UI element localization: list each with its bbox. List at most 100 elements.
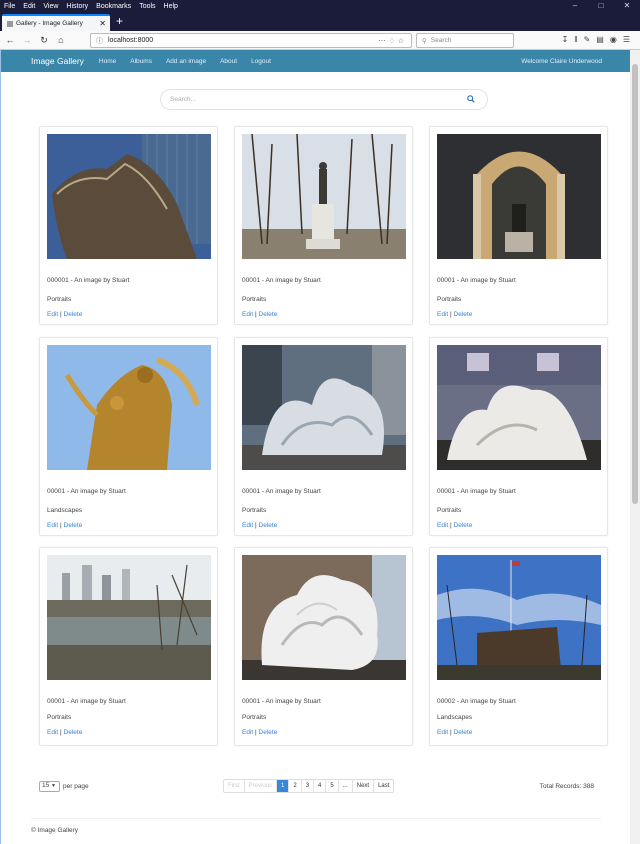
edit-link[interactable]: Edit [437,311,448,318]
scrollbar-thumb[interactable] [632,64,638,504]
edit-link[interactable]: Edit [437,729,448,736]
browser-toolbar: ← → ↻ ⌂ ⓘ localhost:8000 ⋯♢☆ ⚲ Search ↧‖… [0,31,640,50]
menu-bookmarks[interactable]: Bookmarks [92,3,135,10]
reload-icon[interactable]: ↻ [37,35,51,46]
menu-file[interactable]: File [0,3,19,10]
favicon-icon [7,20,13,27]
menu-history[interactable]: History [62,3,92,10]
image-thumbnail[interactable] [437,345,601,470]
url-bar[interactable]: ⓘ localhost:8000 ⋯♢☆ [90,33,412,48]
image-card: 00001 - An image by Stuart Portraits Edi… [234,126,413,325]
edit-link[interactable]: Edit [242,311,253,318]
menu-view[interactable]: View [39,3,62,10]
delete-link[interactable]: Delete [64,311,83,318]
back-icon[interactable]: ← [3,35,17,45]
welcome-text: Welcome Claire Underwood [521,57,602,65]
menu-tools[interactable]: Tools [135,3,159,10]
image-thumbnail[interactable] [437,134,601,259]
new-tab-icon[interactable]: + [116,14,123,28]
white-sculpture-street-photo [437,345,601,470]
edit-link[interactable]: Edit [47,729,58,736]
browser-tab[interactable]: Gallery - Image Gallery ✕ [2,14,110,31]
menu-bar: File Edit View History Bookmarks Tools H… [0,0,640,12]
card-actions: Edit | Delete [47,729,83,736]
page-scrollbar[interactable] [630,50,640,844]
card-caption: 00001 - An image by Stuart [437,488,516,495]
browser-search-field[interactable]: ⚲ Search [416,33,514,48]
page-2[interactable]: 2 [289,780,302,792]
edit-link[interactable]: Edit [242,729,253,736]
image-thumbnail[interactable] [47,134,211,259]
app-navbar: Image Gallery Home Albums Add an image A… [1,50,630,72]
menu-help[interactable]: Help [160,3,182,10]
close-window-icon[interactable]: ✕ [614,0,640,12]
card-caption: 00001 - An image by Stuart [47,698,126,705]
edit-link[interactable]: Edit [437,522,448,529]
nav-add-image[interactable]: Add an image [166,58,206,65]
page-previous: Previous [245,780,278,792]
image-card: 000001 - An image by Stuart Portraits Ed… [39,126,218,325]
delete-link[interactable]: Delete [454,522,473,529]
card-actions: Edit | Delete [437,729,473,736]
delete-link[interactable]: Delete [259,522,278,529]
per-page-label: per page [63,783,89,790]
delete-link[interactable]: Delete [454,311,473,318]
footer-divider [31,818,601,819]
card-caption: 00002 - An image by Stuart [437,698,516,705]
delete-link[interactable]: Delete [259,729,278,736]
brand-link[interactable]: Image Gallery [31,56,84,66]
per-page-value: 15 [42,782,50,789]
search-icon[interactable] [467,95,475,103]
card-actions: Edit | Delete [437,522,473,529]
delete-link[interactable]: Delete [64,729,83,736]
image-thumbnail[interactable] [47,345,211,470]
delete-link[interactable]: Delete [259,311,278,318]
toolbar-icons[interactable]: ↧‖✎▤◉☰ [562,35,636,44]
browser-search-icon: ⚲ [422,37,427,45]
image-thumbnail[interactable] [437,555,601,680]
image-thumbnail[interactable] [242,134,406,259]
page-5[interactable]: 5 [326,780,339,792]
pagination: First Previous 1 2 3 4 5 ... Next Last [223,779,395,793]
nav-about[interactable]: About [220,58,237,65]
edit-link[interactable]: Edit [242,522,253,529]
page-4[interactable]: 4 [314,780,327,792]
page-actions-icon[interactable]: ⋯♢☆ [378,37,407,45]
copyright: © Image Gallery [31,827,79,834]
card-actions: Edit | Delete [437,311,473,318]
info-icon[interactable]: ⓘ [96,36,103,46]
card-caption: 00001 - An image by Stuart [242,277,321,284]
page-last[interactable]: Last [374,780,393,792]
browser-search-placeholder: Search [430,37,452,44]
tab-close-icon[interactable]: ✕ [99,19,106,28]
image-thumbnail[interactable] [47,555,211,680]
tab-strip: Gallery - Image Gallery ✕ + [0,12,640,31]
maximize-icon[interactable]: □ [588,0,614,12]
edit-link[interactable]: Edit [47,311,58,318]
per-page-select[interactable]: 15 ▼ [39,781,60,792]
edit-link[interactable]: Edit [47,522,58,529]
card-actions: Edit | Delete [47,522,83,529]
delete-link[interactable]: Delete [454,729,473,736]
park-lake-photo [47,555,211,680]
minimize-icon[interactable]: – [562,0,588,12]
image-thumbnail[interactable] [242,345,406,470]
window-controls: – □ ✕ [562,0,640,12]
card-actions: Edit | Delete [47,311,83,318]
search-input[interactable]: Search... [160,89,488,110]
wave-sculpture-photo [242,345,406,470]
delete-link[interactable]: Delete [64,522,83,529]
nav-albums[interactable]: Albums [130,58,152,65]
page-3[interactable]: 3 [302,780,315,792]
card-caption: 00001 - An image by Stuart [47,488,126,495]
nav-home[interactable]: Home [99,58,116,65]
image-thumbnail[interactable] [242,555,406,680]
page-next[interactable]: Next [353,780,375,792]
card-category: Portraits [242,507,267,514]
nav-logout[interactable]: Logout [251,58,271,65]
home-icon[interactable]: ⌂ [54,35,68,45]
page-1[interactable]: 1 [277,780,290,792]
card-category: Portraits [47,714,72,721]
forward-icon[interactable]: → [20,35,34,45]
menu-edit[interactable]: Edit [19,3,39,10]
